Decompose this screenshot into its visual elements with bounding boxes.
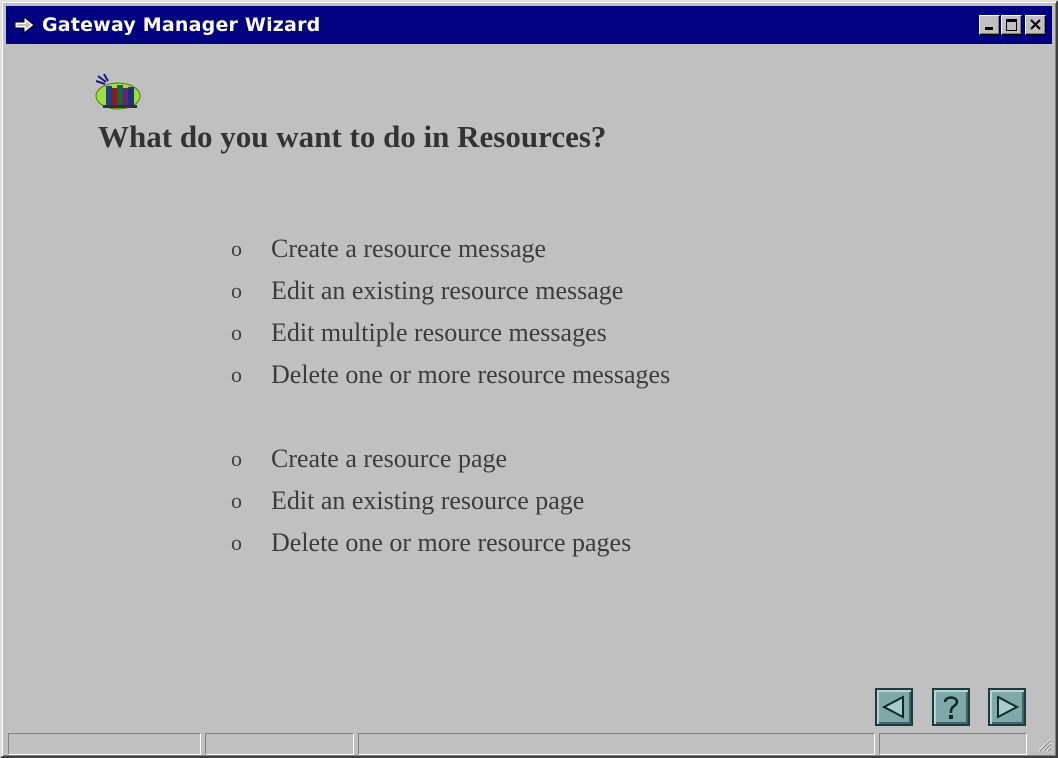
close-button[interactable]	[1025, 15, 1046, 35]
resources-books-icon	[90, 72, 150, 112]
next-arrow-icon	[997, 695, 1020, 719]
wizard-window: Gateway Manager Wizard What do you want …	[0, 0, 1058, 758]
options-list: o Create a resource message o Edit an ex…	[231, 228, 670, 564]
status-bar	[8, 733, 1052, 755]
wizard-arrow-icon	[10, 6, 40, 44]
close-icon	[1030, 19, 1041, 30]
maximize-button[interactable]	[1001, 15, 1022, 35]
window-title: Gateway Manager Wizard	[42, 14, 321, 36]
help-question-icon	[943, 696, 959, 719]
next-button[interactable]	[988, 688, 1026, 726]
option-create-resource-page[interactable]: o Create a resource page	[231, 438, 670, 480]
option-edit-multiple-resource-messages[interactable]: o Edit multiple resource messages	[231, 312, 670, 354]
status-pane-2	[205, 733, 354, 755]
option-label: Delete one or more resource messages	[271, 360, 671, 389]
page-title: What do you want to do in Resources?	[98, 119, 607, 154]
resize-grip-icon[interactable]	[1036, 736, 1052, 752]
status-pane-1	[8, 733, 201, 755]
back-arrow-icon	[881, 695, 904, 719]
window-controls	[978, 15, 1046, 35]
bullet: o	[231, 236, 242, 261]
back-button[interactable]	[875, 688, 913, 726]
option-edit-resource-message[interactable]: o Edit an existing resource message	[231, 270, 670, 312]
bullet: o	[231, 488, 242, 513]
option-label: Delete one or more resource pages	[271, 528, 632, 557]
help-button[interactable]	[932, 688, 970, 726]
bullet: o	[231, 278, 242, 303]
option-label: Edit an existing resource page	[271, 486, 585, 515]
minimize-button[interactable]	[979, 15, 1000, 35]
option-label: Create a resource page	[271, 444, 508, 473]
bullet: o	[231, 362, 242, 387]
title-bar[interactable]: Gateway Manager Wizard	[6, 6, 1052, 44]
status-pane-3	[358, 733, 875, 755]
option-label: Edit an existing resource message	[271, 276, 624, 305]
bullet: o	[231, 320, 242, 345]
status-pane-4	[879, 733, 1027, 755]
option-delete-resource-messages[interactable]: o Delete one or more resource messages	[231, 354, 670, 396]
bullet: o	[231, 446, 242, 471]
option-label: Create a resource message	[271, 234, 547, 263]
option-delete-resource-pages[interactable]: o Delete one or more resource pages	[231, 522, 670, 564]
option-label: Edit multiple resource messages	[271, 318, 607, 347]
option-create-resource-message[interactable]: o Create a resource message	[231, 228, 670, 270]
option-edit-resource-page[interactable]: o Edit an existing resource page	[231, 480, 670, 522]
bullet: o	[231, 530, 242, 555]
